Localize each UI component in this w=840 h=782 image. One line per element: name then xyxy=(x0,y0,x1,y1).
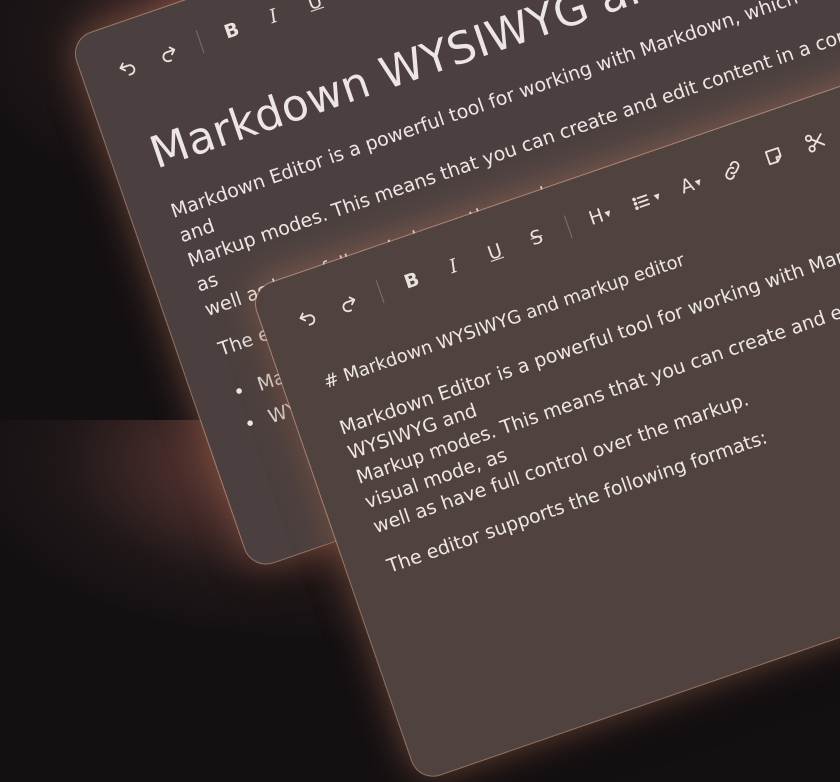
underline-button[interactable]: U xyxy=(301,0,329,16)
redo-icon[interactable] xyxy=(154,39,182,67)
bold-button[interactable]: B xyxy=(398,267,426,295)
bold-button[interactable]: B xyxy=(218,17,246,45)
toolbar-divider xyxy=(375,280,385,304)
strikethrough-button[interactable]: S xyxy=(343,0,371,2)
link-icon[interactable] xyxy=(719,156,747,184)
note-icon[interactable] xyxy=(760,142,788,170)
scissors-icon[interactable] xyxy=(802,128,830,156)
list-dropdown[interactable]: ▾ xyxy=(628,185,664,216)
bullet-dot: • xyxy=(230,379,249,405)
underline-button[interactable]: U xyxy=(481,238,509,266)
redo-icon[interactable] xyxy=(334,289,362,317)
italic-button[interactable]: I xyxy=(259,3,287,31)
heading-dropdown[interactable]: H ▾ xyxy=(586,202,614,230)
italic-button[interactable]: I xyxy=(439,253,467,281)
undo-icon[interactable] xyxy=(293,303,321,331)
bullet-dot: • xyxy=(241,411,260,437)
text-color-dropdown[interactable]: A ▾ xyxy=(677,171,705,199)
strikethrough-button[interactable]: S xyxy=(523,224,551,252)
toolbar-divider xyxy=(195,30,205,54)
toolbar-divider xyxy=(563,215,573,239)
undo-icon[interactable] xyxy=(113,53,141,81)
